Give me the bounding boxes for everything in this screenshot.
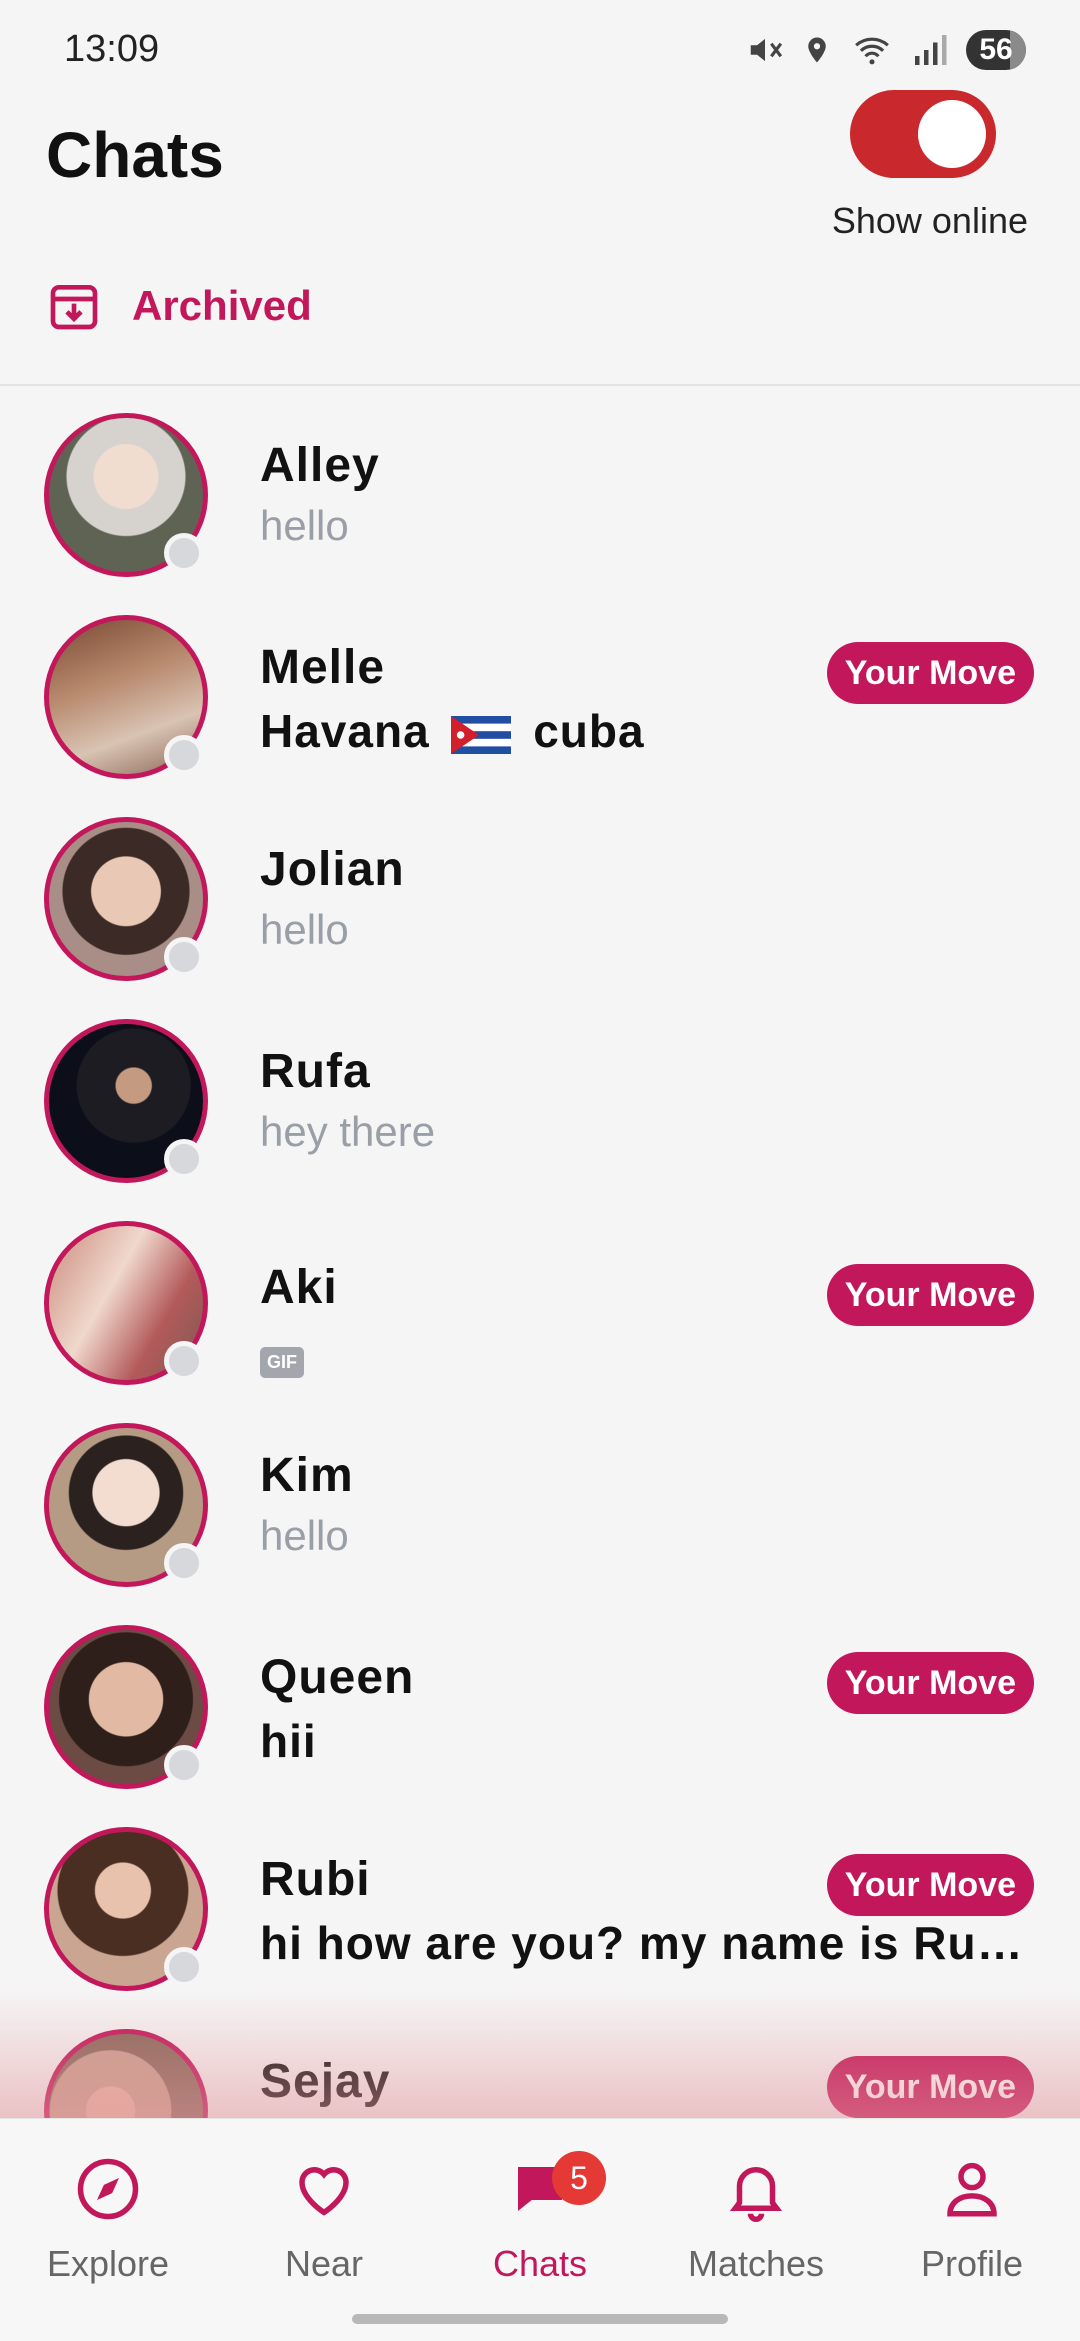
wifi-icon	[855, 37, 889, 65]
your-move-badge: Your Move	[826, 1264, 1034, 1326]
chat-last-message: GIF	[260, 1330, 304, 1378]
chat-name: Jolian	[260, 843, 405, 896]
header-divider	[0, 384, 1080, 386]
nav-matches[interactable]: Matches	[666, 2149, 846, 2285]
chat-row-queen[interactable]: Queen Your Move hii	[0, 1612, 1080, 1814]
location-icon	[808, 37, 826, 63]
online-status-dot	[164, 735, 204, 775]
chat-name: Rubi	[260, 1853, 371, 1906]
online-status-dot	[164, 1947, 204, 1987]
nav-label: Profile	[920, 2243, 1024, 2284]
page-title: Chats	[46, 119, 224, 191]
cuba-flag-icon	[451, 715, 512, 754]
chat-last-message: Havana cuba	[260, 704, 645, 758]
nav-label: Near	[284, 2243, 364, 2284]
toggle-knob	[918, 100, 986, 168]
nav-label: Explore	[46, 2243, 170, 2284]
archived-label: Archived	[132, 282, 312, 329]
chat-name: Sejay	[260, 2055, 391, 2108]
chat-row-jolian[interactable]: Jolian hello	[0, 804, 1080, 1006]
show-online-label: Show online	[831, 200, 1028, 241]
chat-row-aki[interactable]: Aki Your Move GIF	[0, 1208, 1080, 1410]
heart-icon	[299, 2167, 349, 2216]
status-icons: 56	[746, 30, 1026, 70]
online-status-dot	[164, 533, 204, 573]
signal-icon	[915, 35, 947, 65]
message-text: Havana	[260, 705, 430, 757]
show-online-toggle[interactable]	[850, 90, 996, 178]
nav-profile[interactable]: Profile	[882, 2149, 1062, 2285]
status-time: 13:09	[64, 28, 160, 70]
compass-icon	[77, 2158, 139, 2220]
nav-chats[interactable]: 5 Chats	[450, 2149, 630, 2285]
bell-icon	[729, 2167, 783, 2222]
chat-last-message: hii	[260, 1715, 317, 1767]
chat-row-melle[interactable]: Melle Your Move Havana cuba	[0, 602, 1080, 804]
chat-name: Queen	[260, 1651, 415, 1704]
chats-unread-badge: 5	[552, 2151, 606, 2205]
chat-last-message: hello	[260, 906, 349, 953]
archive-icon	[50, 285, 98, 330]
chat-last-message: hey there	[260, 1108, 436, 1155]
chat-name: Melle	[260, 641, 386, 694]
chat-name: Kim	[260, 1449, 354, 1502]
online-status-dot	[164, 1745, 204, 1785]
chat-name: Aki	[260, 1261, 338, 1314]
nav-explore[interactable]: Explore	[18, 2149, 198, 2285]
person-icon	[947, 2162, 997, 2217]
nav-near[interactable]: Near	[234, 2149, 414, 2285]
online-status-dot	[164, 937, 204, 977]
online-status-dot	[164, 1341, 204, 1381]
home-indicator[interactable]	[352, 2314, 728, 2324]
mute-icon	[750, 38, 783, 62]
chat-row-kim[interactable]: Kim hello	[0, 1410, 1080, 1612]
your-move-badge: Your Move	[826, 1854, 1034, 1916]
nav-label: Chats	[492, 2243, 588, 2284]
nav-label: Matches	[687, 2243, 825, 2284]
chat-row-rubi[interactable]: Rubi Your Move hi how are you? my name i…	[0, 1814, 1080, 2016]
chat-last-message: hello	[260, 502, 349, 549]
battery-indicator: 56	[966, 30, 1026, 70]
online-status-dot	[164, 1139, 204, 1179]
your-move-badge: Your Move	[826, 1652, 1034, 1714]
chat-name: Alley	[260, 439, 380, 492]
online-status-dot	[164, 1543, 204, 1583]
your-move-badge: Your Move	[826, 642, 1034, 704]
chat-row-alley[interactable]: Alley hello	[0, 400, 1080, 602]
status-bar: 13:09 56	[0, 0, 1080, 100]
chat-last-message: hello	[260, 1512, 349, 1559]
archived-button[interactable]: Archived	[46, 278, 312, 334]
message-text: cuba	[533, 705, 645, 757]
chat-last-message: hi how are you? my name is Ru…	[260, 1917, 1024, 1969]
your-move-badge: Your Move	[826, 2056, 1034, 2118]
chat-row-rufa[interactable]: Rufa hey there	[0, 1006, 1080, 1208]
gif-tag: GIF	[260, 1347, 304, 1378]
chat-name: Rufa	[260, 1045, 371, 1098]
bottom-navigation: Explore Near 5 Chats Matches Profile	[0, 2118, 1080, 2341]
